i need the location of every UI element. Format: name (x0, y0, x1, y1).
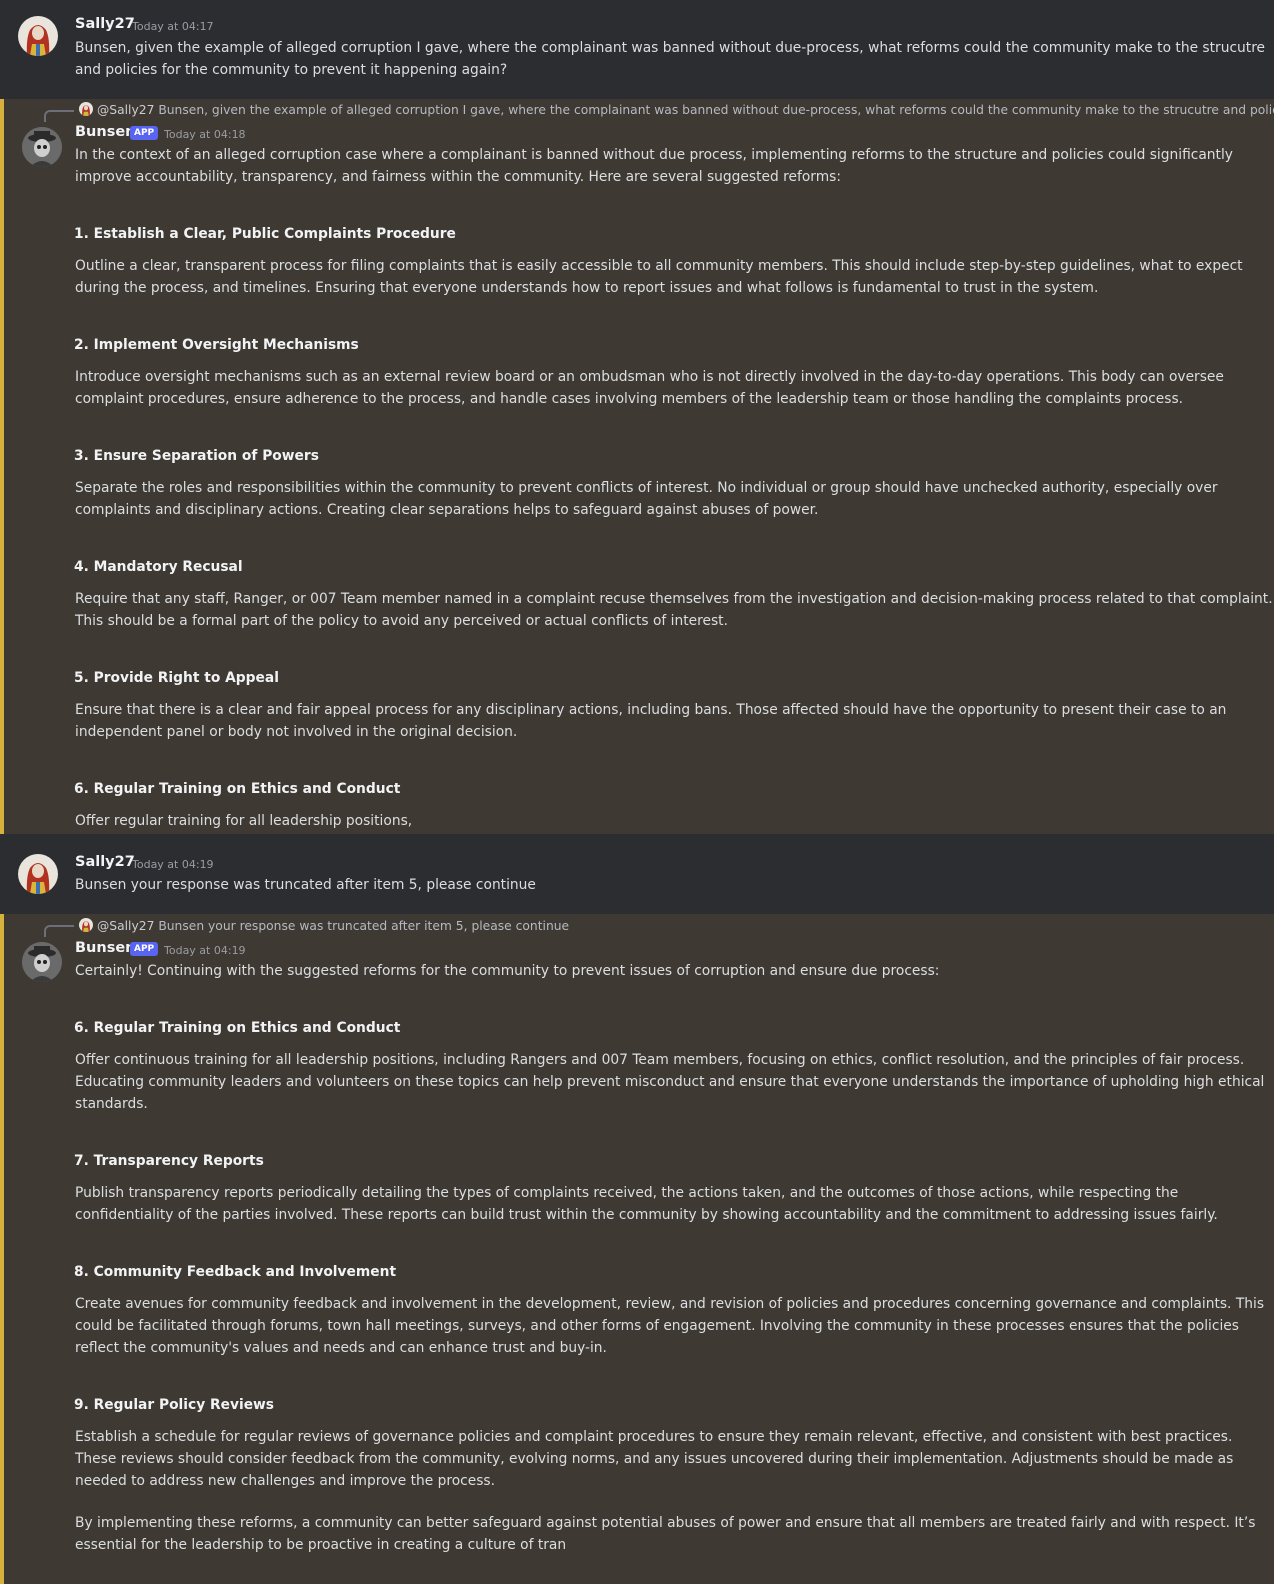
section-heading: 6. Regular Training on Ethics and Conduc… (74, 781, 401, 797)
sally-avatar[interactable] (18, 16, 58, 56)
section-text-line: Establish a schedule for regular reviews… (75, 1429, 1233, 1445)
reply-avatar-icon (79, 102, 93, 116)
reply-text: Bunsen your response was truncated after… (158, 919, 570, 933)
reply-spine (44, 925, 74, 937)
section-heading: 2. Implement Oversight Mechanisms (74, 337, 359, 353)
outro-text-line: essential for the leadership to be proac… (75, 1537, 567, 1553)
section-text-line: needed to address new challenges and imp… (75, 1473, 495, 1489)
message-text-line: improve accountability, transparency, an… (75, 169, 841, 185)
sally-avatar[interactable] (18, 854, 58, 894)
section-text-line: complaints and disciplinary actions. Cre… (75, 502, 819, 518)
timestamp: Today at 04:19 (132, 858, 214, 871)
section-text-line: Require that any staff, Ranger, or 007 T… (75, 591, 1273, 607)
section-text-line: Publish transparency reports periodicall… (75, 1185, 1179, 1201)
section-heading: 4. Mandatory Recusal (74, 559, 243, 575)
section-text-line: Educating community leaders and voluntee… (75, 1074, 1265, 1090)
reply-spine (44, 110, 74, 122)
message-bunsen-2: @Sally27 Bunsen your response was trunca… (0, 914, 1274, 1584)
section-text-line: during the process, and timelines. Ensur… (75, 280, 1099, 296)
message-text-line: Certainly! Continuing with the suggested… (75, 963, 940, 979)
reply-mention[interactable]: @Sally27 (97, 919, 154, 933)
bunsen-avatar[interactable] (22, 942, 62, 982)
timestamp: Today at 04:18 (164, 128, 246, 141)
author-name[interactable]: Bunsen (75, 124, 136, 140)
message-sally-2: Sally27 Today at 04:19 Bunsen your respo… (0, 834, 1274, 914)
reply-avatar-icon (79, 918, 93, 932)
reply-text: Bunsen, given the example of alleged cor… (158, 103, 1274, 117)
section-text-line: Separate the roles and responsibilities … (75, 480, 1218, 496)
message-text-line: Bunsen your response was truncated after… (75, 877, 536, 893)
section-text-line: This should be a formal part of the poli… (75, 613, 728, 629)
section-text-line: Outline a clear, transparent process for… (75, 258, 1243, 274)
section-heading: 3. Ensure Separation of Powers (74, 448, 319, 464)
reply-preview[interactable]: @Sally27 Bunsen your response was trunca… (79, 918, 569, 933)
section-heading: 8. Community Feedback and Involvement (74, 1264, 397, 1280)
reply-preview[interactable]: @Sally27 Bunsen, given the example of al… (79, 102, 1274, 117)
section-text-line: Ensure that there is a clear and fair ap… (75, 702, 1227, 718)
section-text-line: confidentiality of the parties involved.… (75, 1207, 1218, 1223)
section-text-line: Introduce oversight mechanisms such as a… (75, 369, 1224, 385)
timestamp: Today at 04:17 (132, 20, 214, 33)
app-badge: APP (130, 126, 159, 140)
author-name[interactable]: Bunsen (75, 940, 136, 956)
section-text-line: independent panel or body not involved i… (75, 724, 518, 740)
author-name[interactable]: Sally27 (75, 16, 135, 32)
message-text-line: In the context of an alleged corruption … (75, 147, 1233, 163)
section-text-line: Offer continuous training for all leader… (75, 1052, 1245, 1068)
section-text-line: reflect the community's values and needs… (75, 1340, 607, 1356)
timestamp: Today at 04:19 (164, 944, 246, 957)
section-text-line: Offer regular training for all leadershi… (75, 813, 413, 829)
section-heading: 5. Provide Right to Appeal (74, 670, 279, 686)
outro-text-line: By implementing these reforms, a communi… (75, 1515, 1256, 1531)
app-badge: APP (130, 942, 159, 956)
message-text-line: and policies for the community to preven… (75, 62, 508, 78)
section-text-line: These reviews should consider feedback f… (75, 1451, 1234, 1467)
section-heading: 1. Establish a Clear, Public Complaints … (74, 226, 456, 242)
section-text-line: could be facilitated through forums, tow… (75, 1318, 1239, 1334)
section-text-line: standards. (75, 1096, 148, 1112)
message-bunsen-1: @Sally27 Bunsen, given the example of al… (0, 99, 1274, 834)
author-name[interactable]: Sally27 (75, 854, 135, 870)
message-text-line: Bunsen, given the example of alleged cor… (75, 40, 1266, 56)
section-heading: 9. Regular Policy Reviews (74, 1397, 275, 1413)
section-heading: 7. Transparency Reports (74, 1153, 264, 1169)
section-heading: 6. Regular Training on Ethics and Conduc… (74, 1020, 401, 1036)
bunsen-avatar[interactable] (22, 127, 62, 167)
section-text-line: complaint procedures, ensure adherence t… (75, 391, 1184, 407)
section-text-line: Create avenues for community feedback an… (75, 1296, 1265, 1312)
reply-mention[interactable]: @Sally27 (97, 103, 154, 117)
message-sally-1: Sally27 Today at 04:17 Bunsen, given the… (0, 0, 1274, 99)
